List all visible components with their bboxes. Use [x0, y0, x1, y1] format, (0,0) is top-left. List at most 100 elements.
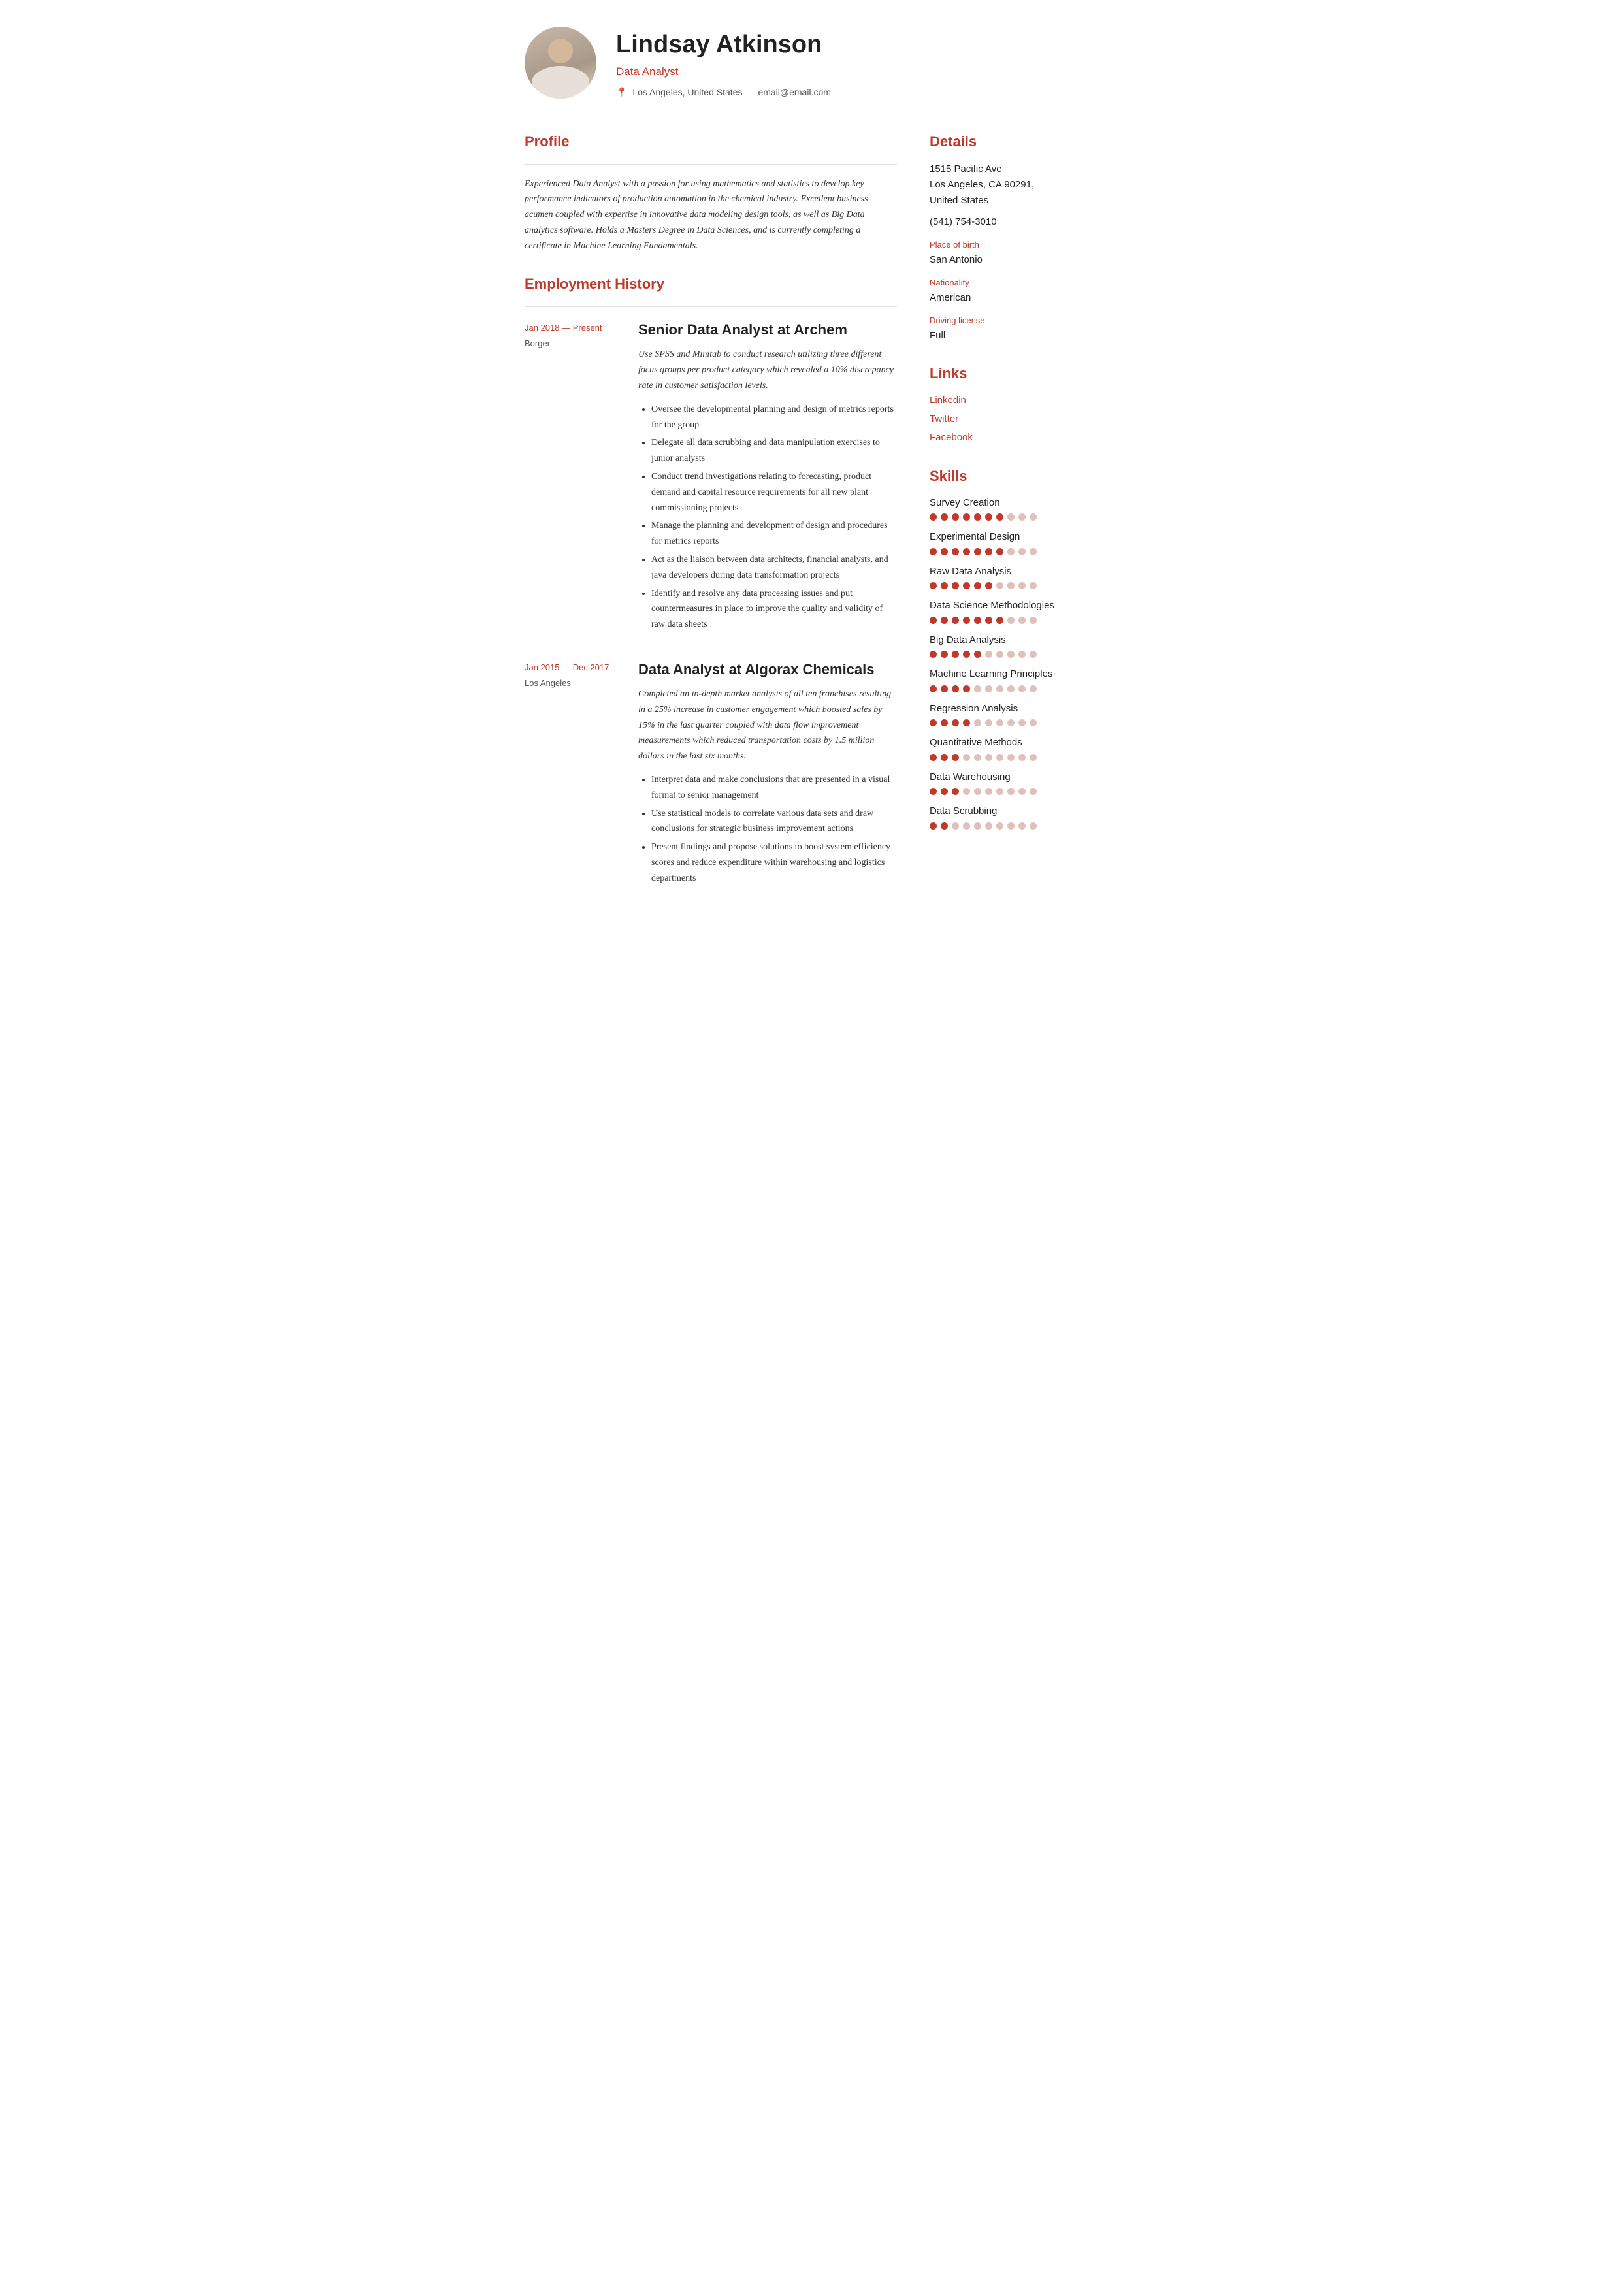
link-facebook[interactable]: Facebook	[930, 431, 1099, 446]
job-title-2: Data Analyst at Algorax Chemicals	[638, 659, 897, 680]
dot	[1007, 513, 1015, 521]
dot	[1007, 685, 1015, 692]
dot	[930, 719, 937, 726]
dot	[941, 513, 948, 521]
skill-row-8: Data Warehousing	[930, 770, 1099, 796]
profile-text: Experienced Data Analyst with a passion …	[525, 176, 897, 254]
dot	[985, 513, 992, 521]
bullet: Oversee the developmental planning and d…	[651, 402, 897, 433]
job-entry-2: Jan 2015 — Dec 2017 Los Angeles Data Ana…	[525, 659, 897, 889]
dot	[974, 617, 981, 624]
job-content-2: Data Analyst at Algorax Chemicals Comple…	[638, 659, 897, 889]
dot	[930, 513, 937, 521]
dot	[941, 754, 948, 761]
avatar-image	[525, 27, 596, 99]
skill-name-2: Raw Data Analysis	[930, 564, 1099, 579]
dot	[1030, 788, 1037, 795]
link-linkedin[interactable]: Linkedin	[930, 393, 1099, 408]
avatar	[525, 27, 596, 99]
profile-section: Profile Experienced Data Analyst with a …	[525, 131, 897, 254]
dot	[941, 788, 948, 795]
dot	[1007, 754, 1015, 761]
address-line2: Los Angeles, CA 90291,	[930, 177, 1099, 193]
dot	[930, 548, 937, 555]
dot	[952, 617, 959, 624]
bullet: Act as the liaison between data architec…	[651, 552, 897, 583]
dot	[996, 754, 1003, 761]
employment-section-title: Employment History	[525, 273, 897, 295]
dot	[996, 822, 1003, 830]
skills-section: Skills Survey CreationExperimental Desig…	[930, 465, 1099, 830]
dot	[930, 754, 937, 761]
skill-dots-3	[930, 617, 1099, 624]
dot	[941, 617, 948, 624]
skill-dots-9	[930, 822, 1099, 830]
skill-row-6: Regression Analysis	[930, 702, 1099, 727]
dot	[930, 822, 937, 830]
dot	[1030, 822, 1037, 830]
place-of-birth-label: Place of birth	[930, 238, 1099, 252]
dot	[974, 754, 981, 761]
dot	[1030, 754, 1037, 761]
job-title-1: Senior Data Analyst at Archem	[638, 319, 897, 340]
bullet: Present findings and propose solutions t…	[651, 839, 897, 886]
address-line1: 1515 Pacific Ave	[930, 161, 1099, 177]
dot	[1030, 651, 1037, 658]
dot	[952, 788, 959, 795]
dot	[1030, 582, 1037, 589]
dot	[996, 513, 1003, 521]
dot	[1018, 582, 1026, 589]
dot	[1018, 548, 1026, 555]
dot	[985, 754, 992, 761]
right-column: Details 1515 Pacific Ave Los Angeles, CA…	[930, 125, 1099, 913]
dot	[996, 617, 1003, 624]
dot	[1007, 651, 1015, 658]
skill-name-8: Data Warehousing	[930, 770, 1099, 785]
skill-name-1: Experimental Design	[930, 530, 1099, 545]
dot	[974, 513, 981, 521]
employment-section: Employment History Jan 2018 — Present Bo…	[525, 273, 897, 888]
dot	[963, 719, 970, 726]
profile-section-title: Profile	[525, 131, 897, 152]
dot	[963, 617, 970, 624]
dot	[1030, 548, 1037, 555]
dot	[1018, 754, 1026, 761]
skill-name-5: Machine Learning Principles	[930, 667, 1099, 682]
dot	[1018, 513, 1026, 521]
dot	[952, 685, 959, 692]
header-info: Lindsay Atkinson Data Analyst 📍 Los Ange…	[616, 26, 1099, 99]
dot	[985, 548, 992, 555]
dot	[941, 822, 948, 830]
dot	[963, 754, 970, 761]
dot	[1030, 685, 1037, 692]
dot	[963, 651, 970, 658]
address: 1515 Pacific Ave Los Angeles, CA 90291, …	[930, 161, 1099, 208]
dot	[1018, 617, 1026, 624]
job-location-1: Borger	[525, 337, 623, 350]
main-layout: Profile Experienced Data Analyst with a …	[525, 125, 1099, 913]
skill-name-7: Quantitative Methods	[930, 736, 1099, 751]
skill-dots-7	[930, 754, 1099, 761]
dot	[930, 685, 937, 692]
job-location-2: Los Angeles	[525, 677, 623, 690]
skill-name-0: Survey Creation	[930, 496, 1099, 511]
dot	[1030, 617, 1037, 624]
link-twitter[interactable]: Twitter	[930, 412, 1099, 427]
dot	[941, 548, 948, 555]
dot	[952, 548, 959, 555]
skill-dots-2	[930, 582, 1099, 589]
dot	[1007, 582, 1015, 589]
employment-divider	[525, 306, 897, 307]
dot	[952, 513, 959, 521]
skill-dots-6	[930, 719, 1099, 726]
dot	[963, 822, 970, 830]
dot	[974, 651, 981, 658]
email-text: email@email.com	[758, 86, 830, 99]
dot	[1007, 822, 1015, 830]
dot	[1007, 617, 1015, 624]
details-section-title: Details	[930, 131, 1099, 152]
skill-row-3: Data Science Methodologies	[930, 598, 1099, 624]
dot	[996, 719, 1003, 726]
dot	[1007, 788, 1015, 795]
skill-row-4: Big Data Analysis	[930, 633, 1099, 659]
